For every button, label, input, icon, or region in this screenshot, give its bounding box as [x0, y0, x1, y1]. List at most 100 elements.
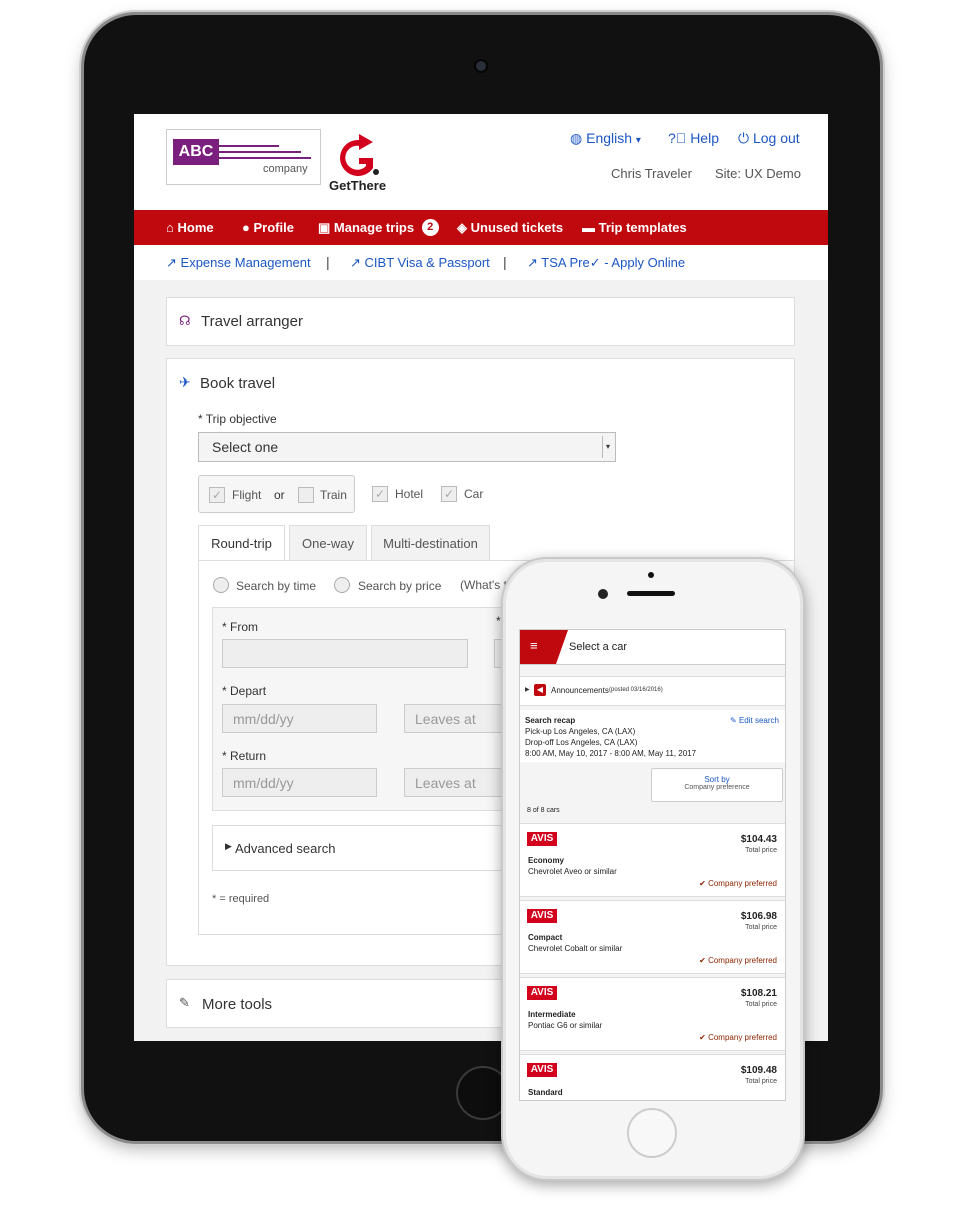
cibt-visa-link[interactable]: ↗ CIBT Visa & Passport [350, 245, 490, 280]
preferred-label: Company preferred [708, 956, 777, 965]
check-circle-icon: ✔ [699, 879, 706, 888]
nav-label: Home [177, 220, 214, 235]
mobile-page-title: Select a car [569, 641, 628, 653]
edit-search-link[interactable]: ✎ Edit search [730, 716, 779, 725]
car-price: $104.43 [740, 834, 777, 845]
nav-profile[interactable]: ● Profile [242, 210, 294, 245]
preferred-label: Company preferred [708, 879, 777, 888]
total-price-label: Total price [745, 1001, 777, 1008]
car-result-card[interactable]: AVIS $106.98 Total price Compact Chevrol… [520, 900, 785, 974]
search-by-price-radio[interactable] [334, 577, 350, 593]
expense-management-link[interactable]: ↗ Expense Management [166, 245, 311, 280]
folder-icon: ▬ [582, 220, 595, 235]
hotel-checkbox[interactable]: ✓ [372, 486, 388, 502]
check-circle-icon: ✔ [699, 1033, 706, 1042]
phone-home-button [627, 1108, 677, 1158]
pickup-location: Pick-up Los Angeles, CA (LAX) [525, 727, 636, 736]
tab-round-trip[interactable]: Round-trip [198, 525, 285, 561]
logo-line [219, 151, 301, 153]
car-checkbox[interactable]: ✓ [441, 486, 457, 502]
train-checkbox[interactable] [298, 487, 314, 503]
phone-speaker [627, 591, 675, 596]
language-label: English [586, 130, 633, 146]
rental-dates: 8:00 AM, May 10, 2017 - 8:00 AM, May 11,… [525, 749, 697, 758]
nav-label: Unused tickets [470, 220, 564, 235]
flight-checkbox[interactable]: ✓ [209, 487, 225, 503]
edit-search-label: Edit search [738, 716, 779, 725]
car-model: Chevrolet Aveo or similar [528, 867, 617, 876]
car-result-card[interactable]: AVIS $108.21 Total price Intermediate Po… [520, 977, 785, 1051]
chevron-down-icon: ▾ [635, 135, 641, 146]
home-icon: ⌂ [166, 220, 174, 235]
car-result-card[interactable]: AVIS $109.48 Total price Standard [520, 1054, 785, 1100]
travel-arranger-panel[interactable]: ☊ Travel arranger [166, 297, 795, 346]
trip-objective-select[interactable]: Select one ▾ [198, 432, 616, 462]
total-price-label: Total price [745, 1078, 777, 1085]
search-by-time-radio[interactable] [213, 577, 229, 593]
nav-trip-templates[interactable]: ▬ Trip templates [582, 210, 687, 245]
briefcase-icon: ▣ [318, 220, 331, 235]
nav-home[interactable]: ⌂ Home [166, 210, 214, 245]
announcements-label: Announcements [551, 686, 609, 695]
phone-sensor [648, 572, 654, 578]
company-preferred-badge: ✔ Company preferred [699, 879, 777, 888]
car-label: Car [464, 487, 484, 501]
whats-this-link[interactable]: (What's t [460, 578, 507, 592]
nav-unused-tickets[interactable]: ◈ Unused tickets [457, 210, 563, 245]
avis-logo: AVIS [527, 1063, 557, 1077]
dropdown-arrow-icon: ▾ [602, 436, 613, 458]
car-price: $108.21 [740, 988, 777, 999]
headset-icon: ☊ [179, 313, 191, 328]
external-link-icon: ↗ [527, 255, 538, 270]
search-recap: Search recap ✎ Edit search Pick-up Los A… [520, 710, 785, 762]
pencil-icon: ✎ [730, 716, 737, 725]
tsa-precheck-link[interactable]: ↗ TSA Pre✓ - Apply Online [527, 245, 685, 280]
wrench-icon: ✎ [179, 995, 190, 1010]
sort-by-label: Sort by [704, 775, 730, 784]
avis-logo: AVIS [527, 909, 557, 923]
company-logo-box: ABC [173, 139, 219, 165]
car-price: $109.48 [740, 1065, 777, 1076]
company-preferred-badge: ✔ Company preferred [699, 1033, 777, 1042]
external-link-icon: ↗ [166, 255, 177, 270]
caret-right-icon: ▶ [225, 841, 232, 851]
menu-tab-shape [520, 630, 568, 664]
sort-by-button[interactable]: Sort by Company preference [651, 768, 783, 802]
hamburger-menu-icon[interactable]: ≡ [530, 638, 538, 653]
return-date-input[interactable]: mm/dd/yy [222, 768, 377, 797]
from-input[interactable] [222, 639, 468, 668]
car-price: $106.98 [740, 911, 777, 922]
total-price-label: Total price [745, 847, 777, 854]
help-label: Help [690, 130, 719, 146]
link-label: TSA Pre✓ - Apply Online [541, 255, 686, 270]
caret-right-icon: ▶ [525, 687, 530, 693]
question-icon: ?⃝ [668, 130, 687, 146]
language-selector[interactable]: ◍ English ▾ [570, 130, 641, 147]
quick-links-bar: ↗ Expense Management | ↗ CIBT Visa & Pas… [134, 245, 828, 280]
total-price-label: Total price [745, 924, 777, 931]
power-icon: ⏻ [738, 130, 750, 146]
tab-one-way[interactable]: One-way [289, 525, 367, 561]
car-result-card[interactable]: AVIS $104.43 Total price Economy Chevrol… [520, 823, 785, 897]
train-label: Train [320, 488, 347, 502]
help-link[interactable]: ?⃝ Help [668, 130, 719, 146]
depart-date-input[interactable]: mm/dd/yy [222, 704, 377, 733]
link-label: CIBT Visa & Passport [364, 255, 490, 270]
or-label: or [274, 488, 285, 502]
nav-label: Trip templates [598, 220, 687, 235]
car-model: Chevrolet Cobalt or similar [528, 944, 623, 953]
site-header: ABC company GetThere ◍ English ▾ ?⃝ Help… [134, 114, 828, 210]
company-logo-text: company [263, 163, 308, 175]
megaphone-icon: ◀ [534, 684, 546, 696]
logout-link[interactable]: ⏻ Log out [738, 130, 800, 147]
link-separator: | [503, 254, 507, 270]
nav-manage-trips[interactable]: ▣ Manage trips 2 [318, 210, 439, 245]
flight-train-group: ✓ Flight or Train [198, 475, 355, 513]
tab-multi-destination[interactable]: Multi-destination [371, 525, 490, 561]
main-nav: ⌂ Home ● Profile ▣ Manage trips 2 ◈ Unus… [134, 210, 828, 245]
advanced-search-label: Advanced search [235, 841, 336, 856]
announcements-row[interactable]: ▶ ◀ Announcements (posted 03/16/2016) [520, 676, 785, 706]
more-tools-title: More tools [202, 996, 273, 1013]
depart-label: * Depart [222, 684, 267, 698]
company-logo[interactable]: ABC company [166, 129, 321, 185]
